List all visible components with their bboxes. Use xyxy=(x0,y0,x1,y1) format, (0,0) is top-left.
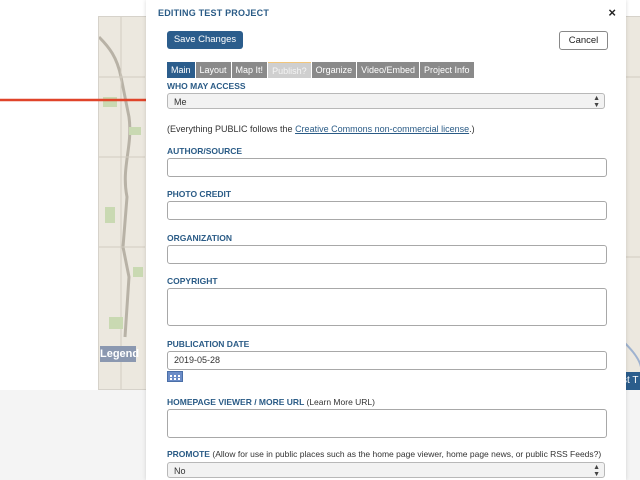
tab-publish[interactable]: Publish? xyxy=(268,62,311,78)
tab-main[interactable]: Main xyxy=(167,62,195,78)
who-may-access-select[interactable]: Me ▲ ▼ xyxy=(167,93,605,109)
photo-credit-label: PHOTO CREDIT xyxy=(167,189,232,199)
publication-date-input[interactable]: 2019-05-28 xyxy=(167,351,607,370)
tab-map-it[interactable]: Map It! xyxy=(231,62,268,78)
arrow-right-icon xyxy=(0,93,168,107)
promote-label: PROMOTE (Allow for use in public places … xyxy=(167,449,601,459)
creative-commons-link[interactable]: Creative Commons non-commercial license xyxy=(295,124,469,134)
who-may-access-value: Me xyxy=(174,97,187,107)
tab-organize[interactable]: Organize xyxy=(311,62,357,78)
calendar-icon[interactable] xyxy=(167,371,183,382)
promote-value: No xyxy=(174,466,186,476)
map-legend-button[interactable]: Legend xyxy=(100,346,139,362)
save-changes-button[interactable]: Save Changes xyxy=(167,31,243,49)
close-icon[interactable]: × xyxy=(608,5,616,20)
publication-date-label: PUBLICATION DATE xyxy=(167,339,250,349)
author-source-input[interactable] xyxy=(167,158,607,177)
promote-select[interactable]: No ▲ ▼ xyxy=(167,462,605,478)
organization-input[interactable] xyxy=(167,245,607,264)
tab-layout[interactable]: Layout xyxy=(195,62,231,78)
edit-project-modal: EDITING TEST PROJECT × Save Changes Canc… xyxy=(146,0,626,480)
organization-label: ORGANIZATION xyxy=(167,233,233,243)
who-may-access-label: WHO MAY ACCESS xyxy=(167,81,246,91)
homepage-url-textarea[interactable] xyxy=(167,409,607,438)
copyright-textarea[interactable] xyxy=(167,288,607,326)
tab-video-embed[interactable]: Video/Embed xyxy=(357,62,419,78)
promote-note: (Allow for use in public places such as … xyxy=(212,449,602,459)
promote-label-text: PROMOTE xyxy=(167,449,210,459)
tab-project-info[interactable]: Project Info xyxy=(420,62,474,78)
homepage-url-label-text: HOMEPAGE VIEWER / MORE URL xyxy=(167,397,305,407)
up-down-caret-icon: ▲ ▼ xyxy=(593,95,600,109)
tab-bar: Main Layout Map It! Publish? Organize Vi… xyxy=(167,62,475,78)
photo-credit-input[interactable] xyxy=(167,201,607,220)
license-note-prefix: (Everything PUBLIC follows the xyxy=(167,124,296,134)
copyright-label: COPYRIGHT xyxy=(167,276,218,286)
cancel-button[interactable]: Cancel xyxy=(559,31,608,50)
author-source-label: AUTHOR/SOURCE xyxy=(167,146,243,156)
license-note: (Everything PUBLIC follows the Creative … xyxy=(167,124,475,134)
homepage-url-label: HOMEPAGE VIEWER / MORE URL (Learn More U… xyxy=(167,397,375,407)
modal-title: EDITING TEST PROJECT xyxy=(158,8,270,18)
up-down-caret-icon: ▲ ▼ xyxy=(593,464,600,478)
license-note-suffix: .) xyxy=(469,124,475,134)
homepage-url-note: (Learn More URL) xyxy=(306,397,376,407)
